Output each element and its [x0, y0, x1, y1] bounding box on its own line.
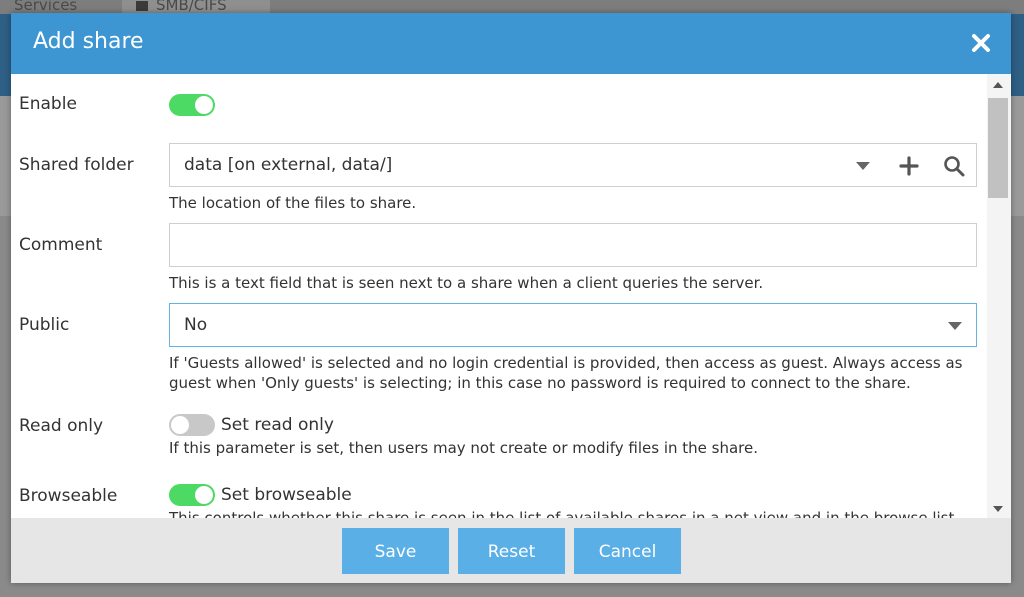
windows-icon	[136, 0, 148, 11]
read-only-label: Read only	[19, 416, 104, 436]
search-icon[interactable]	[943, 155, 965, 177]
dialog-body: Enable Shared folder data [on external, …	[11, 74, 987, 518]
comment-hint: This is a text field that is seen next t…	[169, 274, 764, 292]
read-only-toggle[interactable]	[169, 414, 215, 436]
toggle-knob	[195, 96, 213, 114]
tab-smb-cifs[interactable]: SMB/CIFS	[122, 0, 270, 14]
toggle-knob	[171, 416, 189, 434]
shared-folder-select[interactable]: data [on external, data/]	[169, 143, 977, 187]
shared-folder-hint: The location of the files to share.	[169, 194, 417, 212]
public-value: No	[184, 315, 208, 335]
public-hint: If 'Guests allowed' is selected and no l…	[169, 354, 963, 392]
save-button[interactable]: Save	[342, 528, 449, 574]
dialog-header: Add share	[11, 13, 1011, 74]
toggle-knob	[195, 486, 213, 504]
enable-label: Enable	[19, 94, 77, 114]
dialog-title: Add share	[33, 29, 144, 54]
comment-label: Comment	[19, 235, 103, 255]
tab-smb-cifs-label: SMB/CIFS	[156, 0, 227, 14]
read-only-hint: If this parameter is set, then users may…	[169, 439, 758, 457]
enable-toggle[interactable]	[169, 94, 215, 116]
shared-folder-value: data [on external, data/]	[184, 155, 393, 175]
add-share-dialog: Add share Enable Shared folder data [on …	[11, 13, 1011, 583]
browseable-toggle-label: Set browseable	[221, 485, 352, 505]
plus-icon[interactable]	[898, 155, 920, 177]
read-only-toggle-label: Set read only	[221, 415, 334, 435]
scroll-up-arrow-icon[interactable]	[993, 82, 1003, 88]
comment-input[interactable]	[169, 223, 977, 267]
dialog-footer: Save Reset Cancel	[11, 518, 1011, 583]
browseable-hint: This controls whether this share is seen…	[169, 509, 960, 518]
scrollbar-thumb[interactable]	[988, 98, 1008, 198]
shared-folder-label: Shared folder	[19, 155, 134, 175]
background-tabs: Services SMB/CIFS	[0, 0, 1024, 14]
dialog-scrollbar[interactable]	[987, 74, 1011, 518]
close-icon	[972, 34, 990, 52]
reset-button[interactable]: Reset	[458, 528, 565, 574]
browseable-label: Browseable	[19, 486, 118, 506]
browseable-toggle[interactable]	[169, 484, 215, 506]
tab-services[interactable]: Services	[0, 0, 91, 14]
public-label: Public	[19, 315, 70, 335]
chevron-down-icon[interactable]	[948, 322, 962, 330]
chevron-down-icon[interactable]	[856, 162, 870, 170]
public-select[interactable]: No	[169, 303, 977, 347]
scroll-down-arrow-icon[interactable]	[993, 506, 1003, 512]
close-button[interactable]	[967, 29, 995, 57]
cancel-button[interactable]: Cancel	[574, 528, 681, 574]
